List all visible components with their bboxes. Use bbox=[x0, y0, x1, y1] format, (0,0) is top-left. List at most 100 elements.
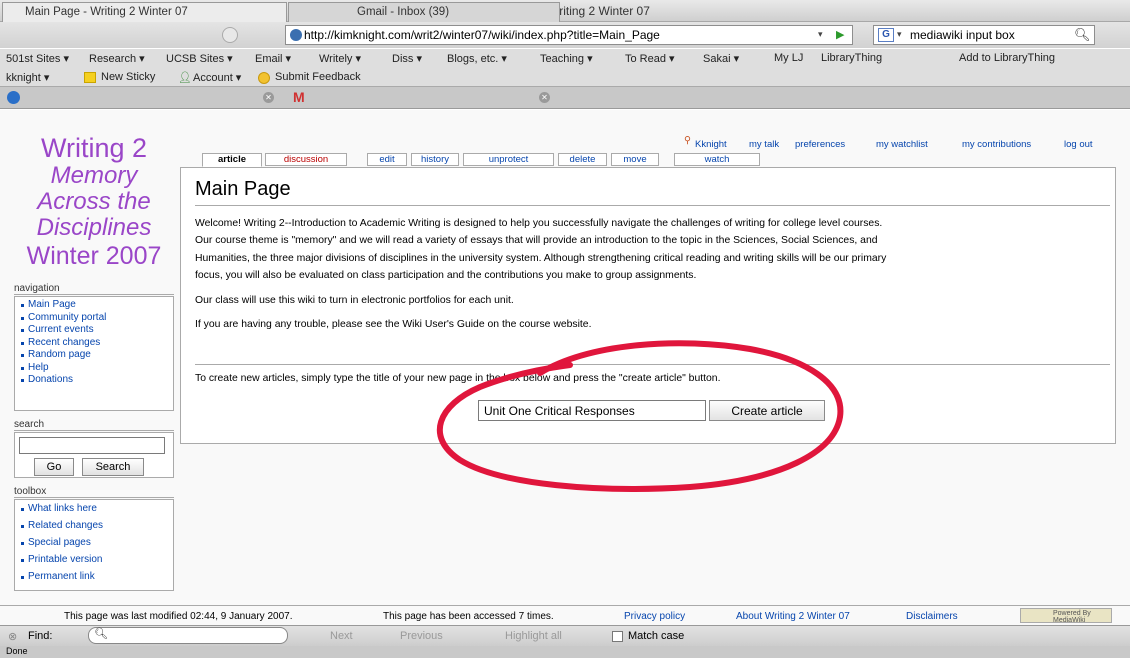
access-count-text: This page has been accessed 7 times. bbox=[383, 611, 554, 622]
intro-line: Our course theme is "memory" and we will… bbox=[195, 235, 878, 246]
close-tab-icon[interactable]: ✕ bbox=[539, 92, 550, 103]
bookmark-blogs[interactable]: Blogs, etc. ▾ bbox=[447, 52, 507, 65]
about-link[interactable]: About Writing 2 Winter 07 bbox=[736, 611, 850, 622]
personal-link-preferences[interactable]: preferences bbox=[795, 139, 845, 150]
url-dropdown-icon[interactable]: ▾ bbox=[818, 29, 823, 40]
nav-link-random-page[interactable]: Random page bbox=[19, 349, 173, 362]
account-icon: 👤︎ bbox=[178, 72, 192, 84]
submit-feedback-button[interactable]: Submit Feedback bbox=[275, 71, 361, 83]
tab-delete[interactable]: delete bbox=[558, 153, 607, 166]
intro-line: Humanities, the three major divisions of… bbox=[195, 253, 887, 264]
bookmark-to-read[interactable]: To Read ▾ bbox=[625, 52, 675, 65]
personal-link-user[interactable]: Kknight bbox=[695, 139, 727, 150]
navigation-heading: navigation bbox=[14, 283, 174, 295]
nav-link-main-page[interactable]: Main Page bbox=[19, 299, 173, 312]
logo-line: Memory bbox=[50, 162, 138, 189]
bookmark-ucsb-sites[interactable]: UCSB Sites ▾ bbox=[166, 52, 233, 65]
tab-move[interactable]: move bbox=[611, 153, 659, 166]
tab-watch[interactable]: watch bbox=[674, 153, 760, 166]
bookmarks-toolbar: 501st Sites ▾ Research ▾ UCSB Sites ▾ Em… bbox=[0, 49, 1130, 68]
gmail-icon: M bbox=[293, 89, 305, 105]
search-engine-input[interactable]: mediawiki input box bbox=[873, 25, 1095, 45]
toolbox-link-special-pages[interactable]: Special pages bbox=[19, 537, 173, 554]
site-favicon-icon bbox=[290, 29, 302, 41]
feedback-icon bbox=[258, 72, 270, 84]
logo-line: Writing 2 bbox=[40, 133, 148, 163]
wiki-search-input[interactable] bbox=[19, 437, 165, 454]
bookmark-research[interactable]: Research ▾ bbox=[89, 52, 145, 65]
nav-link-help[interactable]: Help bbox=[19, 362, 173, 375]
go-button[interactable]: Go bbox=[34, 458, 74, 476]
bookmark-diss[interactable]: Diss ▾ bbox=[392, 52, 422, 65]
sticky-note-icon bbox=[84, 72, 96, 83]
wiki-favicon-icon bbox=[7, 91, 20, 104]
google-engine-icon[interactable]: G bbox=[878, 28, 894, 42]
tab-discussion[interactable]: discussion bbox=[265, 153, 347, 166]
kknight-menu[interactable]: kknight ▾ bbox=[6, 71, 49, 84]
tab-label: Gmail - Inbox (39) bbox=[357, 6, 450, 18]
last-modified-text: This page was last modified 02:44, 9 Jan… bbox=[64, 611, 293, 622]
toolbox-link-permanent-link[interactable]: Permanent link bbox=[19, 571, 173, 588]
search-icon[interactable]: 🔍︎ bbox=[1074, 27, 1091, 43]
bookmark-501st-sites[interactable]: 501st Sites ▾ bbox=[6, 52, 69, 65]
tab-gmail[interactable]: Gmail - Inbox (39) bbox=[288, 2, 560, 22]
history-icon[interactable] bbox=[222, 27, 238, 43]
nav-link-recent-changes[interactable]: Recent changes bbox=[19, 337, 173, 350]
go-arrow-icon[interactable]: ▶ bbox=[836, 28, 844, 41]
tab-article[interactable]: article bbox=[202, 153, 262, 167]
match-case-label: Match case bbox=[628, 630, 685, 642]
tab-label: Main Page - Writing 2 Winter 07 bbox=[25, 6, 188, 18]
tab-strip bbox=[0, 87, 1130, 109]
wiki-logo[interactable]: Writing 2 Memory Across the Disciplines … bbox=[14, 133, 174, 271]
page-footer: This page was last modified 02:44, 9 Jan… bbox=[0, 605, 1130, 625]
status-bar: Done bbox=[0, 646, 1130, 658]
find-previous-button[interactable]: Previous bbox=[400, 630, 443, 642]
tab-edit[interactable]: edit bbox=[367, 153, 407, 166]
search-button[interactable]: Search bbox=[82, 458, 144, 476]
toolbox-portlet: What links here Related changes Special … bbox=[14, 499, 174, 591]
new-sticky-button[interactable]: New Sticky bbox=[101, 71, 155, 83]
bookmark-writely[interactable]: Writely ▾ bbox=[319, 52, 361, 65]
nav-link-current-events[interactable]: Current events bbox=[19, 324, 173, 337]
toolbox-heading: toolbox bbox=[14, 486, 174, 498]
close-tab-icon[interactable]: ✕ bbox=[263, 92, 274, 103]
personal-link-contributions[interactable]: my contributions bbox=[962, 139, 1031, 150]
nav-link-donations[interactable]: Donations bbox=[19, 374, 173, 387]
find-next-button[interactable]: Next bbox=[330, 630, 353, 642]
user-icon: ⚲ bbox=[684, 135, 691, 146]
highlight-all-button[interactable]: Highlight all bbox=[505, 630, 562, 642]
toolbox-link-printable-version[interactable]: Printable version bbox=[19, 554, 173, 571]
toolbox-link-what-links-here[interactable]: What links here bbox=[19, 503, 173, 520]
tab-history[interactable]: history bbox=[411, 153, 459, 166]
find-label: Find: bbox=[28, 630, 53, 642]
help-paragraph: If you are having any trouble, please se… bbox=[195, 319, 592, 330]
tab-unprotect[interactable]: unprotect bbox=[463, 153, 554, 166]
find-input[interactable] bbox=[88, 627, 288, 644]
tab-main-page[interactable]: Main Page - Writing 2 Winter 07 bbox=[2, 2, 287, 22]
nav-link-community-portal[interactable]: Community portal bbox=[19, 312, 173, 325]
bookmark-teaching[interactable]: Teaching ▾ bbox=[540, 52, 593, 65]
intro-line: focus, you will also be evaluated on cla… bbox=[195, 270, 697, 281]
bookmark-my-lj[interactable]: My LJ bbox=[774, 52, 803, 64]
engine-dropdown-icon[interactable]: ▾ bbox=[897, 29, 902, 40]
bookmark-email[interactable]: Email ▾ bbox=[255, 52, 291, 65]
disclaimers-link[interactable]: Disclaimers bbox=[906, 611, 958, 622]
logo-line: Across the bbox=[37, 188, 151, 215]
bookmark-add-to-librarything[interactable]: Add to LibraryThing bbox=[959, 52, 1055, 64]
personal-link-watchlist[interactable]: my watchlist bbox=[876, 139, 928, 150]
portfolio-paragraph: Our class will use this wiki to turn in … bbox=[195, 295, 514, 306]
powered-by-mediawiki-badge[interactable]: Powered By MediaWiki bbox=[1020, 608, 1112, 624]
page-title: Main Page bbox=[195, 178, 291, 200]
address-bar[interactable]: http://kimknight.com/writ2/winter07/wiki… bbox=[285, 25, 853, 45]
toolbox-link-related-changes[interactable]: Related changes bbox=[19, 520, 173, 537]
personal-link-talk[interactable]: my talk bbox=[749, 139, 779, 150]
annotation-circle bbox=[436, 340, 844, 492]
privacy-policy-link[interactable]: Privacy policy bbox=[624, 611, 685, 622]
account-menu[interactable]: Account ▾ bbox=[193, 71, 241, 84]
bookmark-sakai[interactable]: Sakai ▾ bbox=[703, 52, 739, 65]
match-case-checkbox[interactable] bbox=[612, 631, 623, 642]
bookmark-librarything[interactable]: LibraryThing bbox=[821, 52, 882, 64]
close-find-icon[interactable]: ⊗ bbox=[8, 630, 17, 643]
personal-link-logout[interactable]: log out bbox=[1064, 139, 1093, 150]
search-heading: search bbox=[14, 419, 174, 431]
